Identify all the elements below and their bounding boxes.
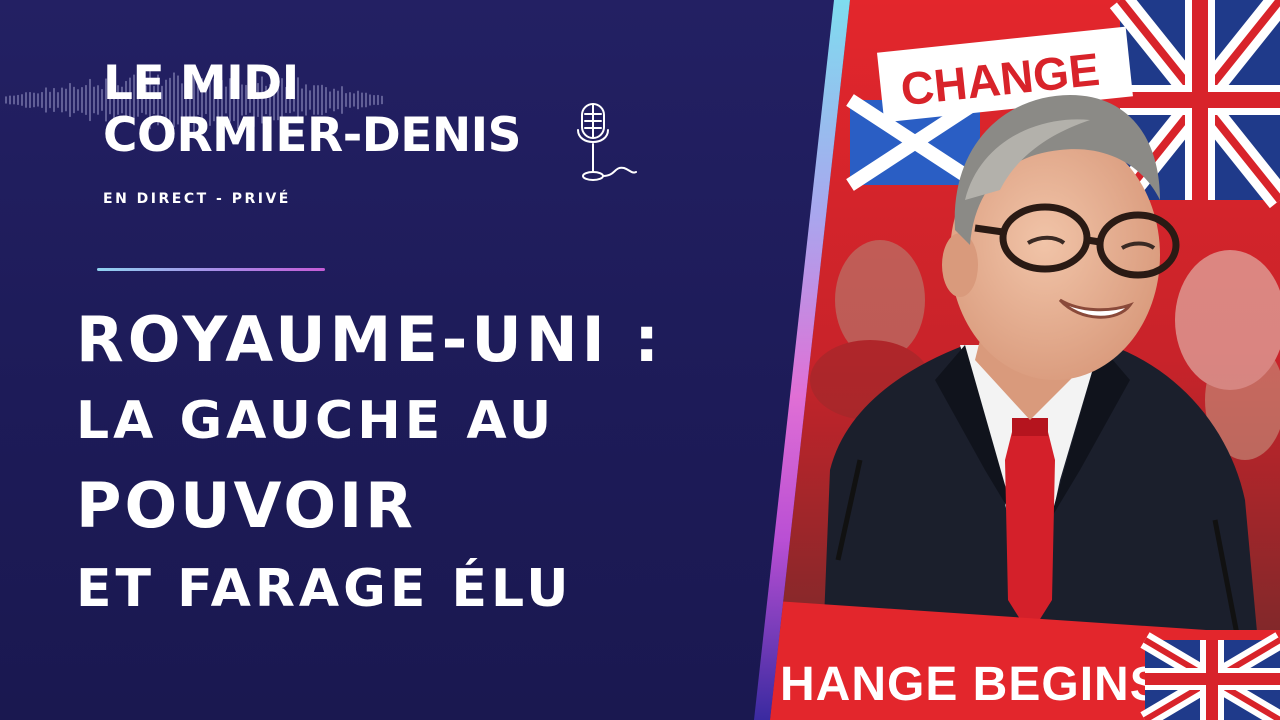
show-subtitle: EN DIRECT - PRIVÉ	[103, 191, 291, 207]
headline-line-3: POUVOIR	[76, 469, 416, 542]
flag-lectern	[1140, 632, 1280, 720]
divider-line	[97, 268, 325, 271]
headline-line-2: LA GAUCHE AU	[76, 391, 556, 451]
headline: ROYAUME-UNI : LA GAUCHE AU POUVOIR ET FA…	[76, 298, 663, 626]
left-panel: LE MIDI CORMIER-DENIS EN DIRECT - PRIVÉ …	[0, 0, 840, 720]
headline-line-4: ET FARAGE ÉLU	[76, 559, 573, 619]
lectern-banner-text: HANGE BEGINS	[780, 658, 1163, 711]
show-title-line-2: CORMIER-DENIS	[103, 108, 522, 163]
microphone-icon	[577, 103, 637, 181]
show-title-line-1: LE MIDI	[103, 56, 299, 111]
show-title: LE MIDI CORMIER-DENIS	[103, 56, 522, 163]
headline-line-1: ROYAUME-UNI :	[76, 303, 664, 376]
